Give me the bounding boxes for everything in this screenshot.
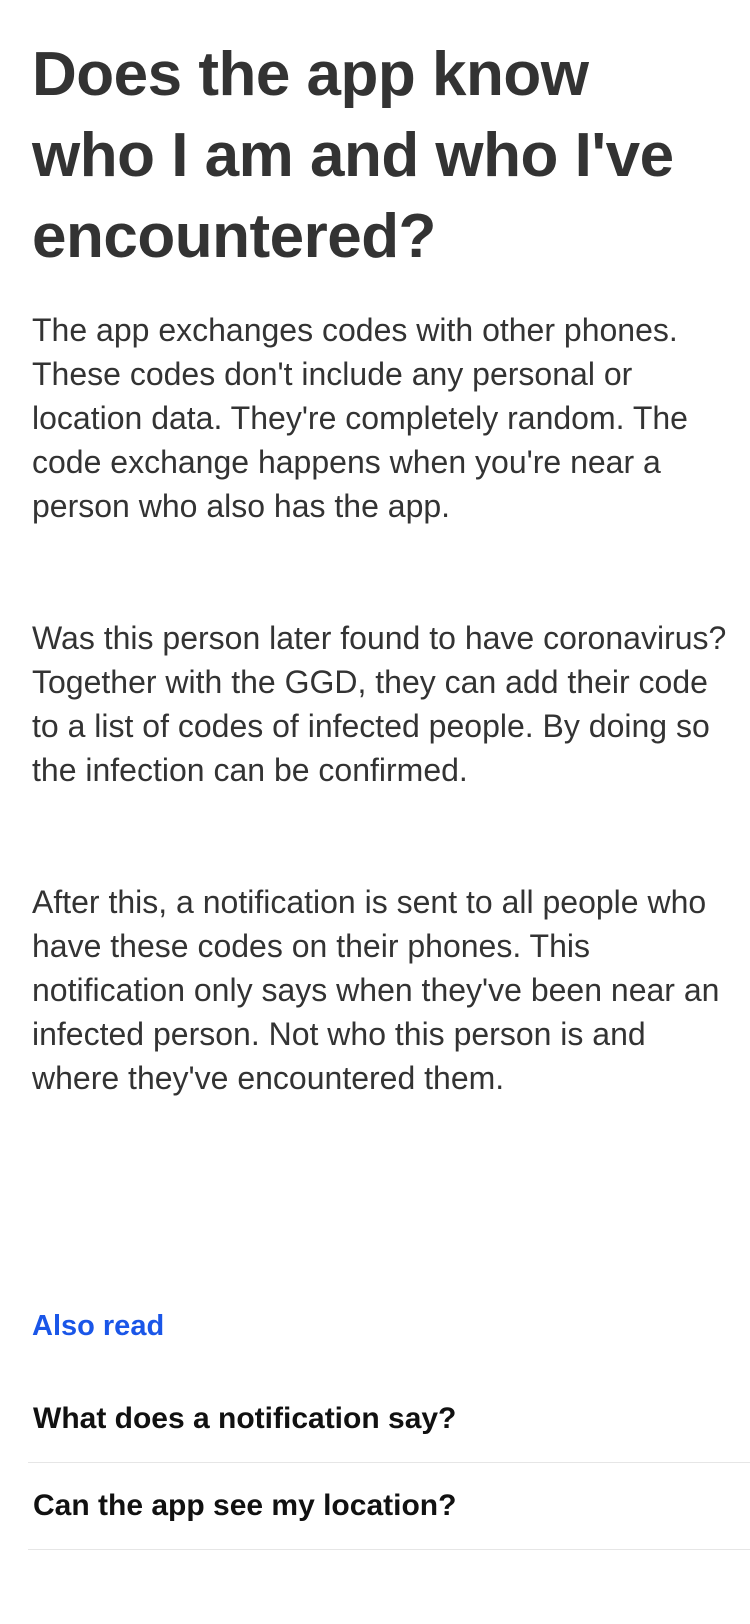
also-read-heading: Also read [32, 1310, 165, 1342]
related-questions-list: What does a notification say? Can the ap… [28, 1376, 750, 1550]
page-title: Does the app know who I am and who I've … [32, 40, 674, 271]
related-question-notification[interactable]: What does a notification say? [28, 1376, 750, 1463]
article-paragraph-1: The app exchanges codes with other phone… [32, 312, 688, 524]
related-question-label: Can the app see my location? [33, 1489, 457, 1522]
article-paragraph-2: Was this person later found to have coro… [32, 620, 727, 788]
article-paragraph-3: After this, a notification is sent to al… [32, 884, 720, 1096]
faq-article-page: Does the app know who I am and who I've … [0, 0, 750, 1624]
related-question-location[interactable]: Can the app see my location? [28, 1463, 750, 1550]
related-question-label: What does a notification say? [33, 1402, 457, 1435]
